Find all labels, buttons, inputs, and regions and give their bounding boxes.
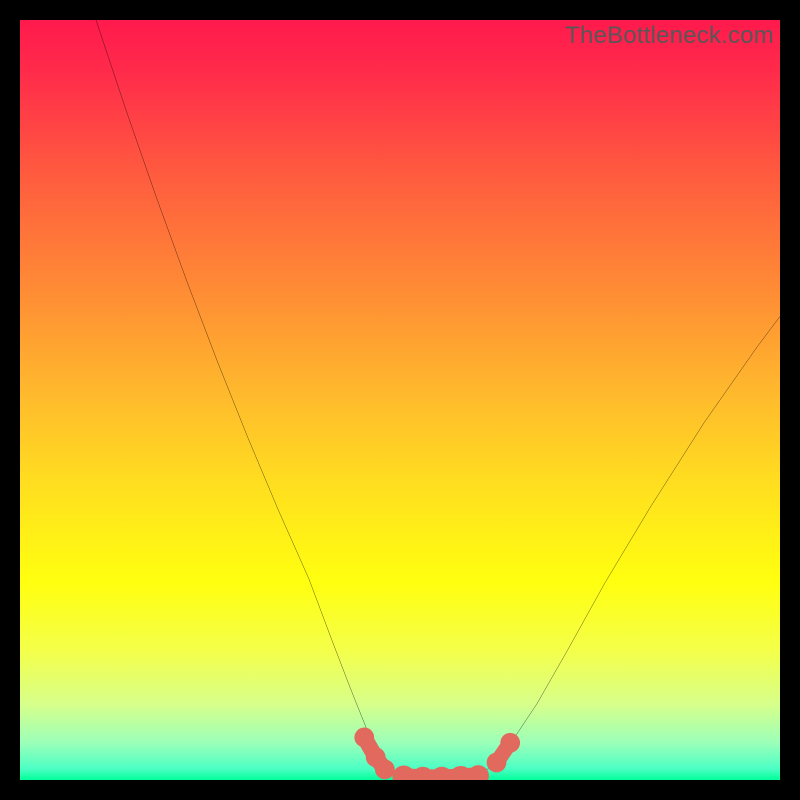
bottleneck-curve — [96, 20, 780, 778]
marker-dot — [487, 753, 507, 773]
floor-markers — [354, 728, 520, 780]
marker-dot — [354, 728, 374, 748]
marker-dot — [468, 765, 489, 780]
marker-dot — [375, 759, 395, 779]
chart-stage: TheBottleneck.com — [0, 0, 800, 800]
v-curve — [96, 20, 780, 778]
curve-layer — [20, 20, 780, 780]
watermark-text: TheBottleneck.com — [565, 22, 774, 50]
marker-dot — [500, 733, 520, 753]
plot-area: TheBottleneck.com — [20, 20, 780, 780]
